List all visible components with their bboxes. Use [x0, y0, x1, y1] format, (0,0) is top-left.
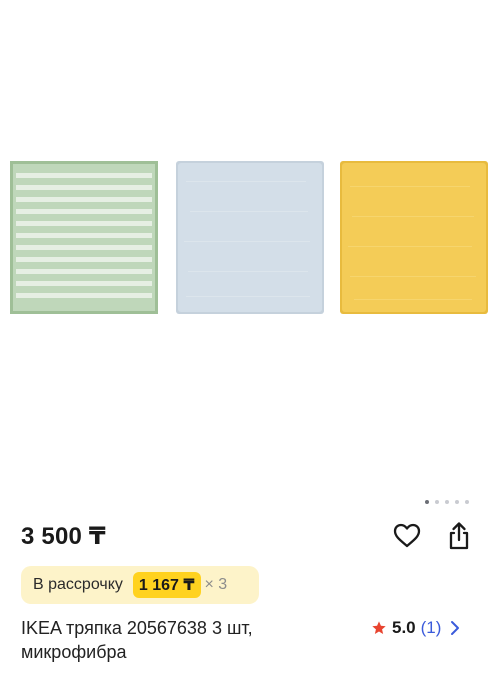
installment-label: В рассрочку: [33, 576, 123, 593]
pagination-dot: [435, 500, 439, 504]
product-image-light-blue[interactable]: [176, 161, 324, 314]
pagination-dot: [465, 500, 469, 504]
favorite-button[interactable]: [392, 520, 422, 552]
heart-outline-icon: [393, 523, 421, 548]
product-image-gallery[interactable]: [0, 0, 498, 505]
pagination-dot: [445, 500, 449, 504]
rating-count: (1): [420, 618, 442, 637]
installment-multiplier: × 3: [204, 576, 228, 593]
gallery-pagination: [425, 500, 469, 504]
product-image-green-striped[interactable]: [10, 161, 158, 314]
pagination-dot: [455, 500, 459, 504]
product-price: 3 500 ₸: [21, 523, 106, 550]
share-button[interactable]: [444, 520, 474, 552]
chevron-right-icon: [451, 621, 460, 635]
product-image-yellow[interactable]: [340, 161, 488, 314]
pagination-dot-active: [425, 500, 429, 504]
product-title: IKEA тряпка 20567638 3 шт, микрофибра: [21, 618, 253, 662]
rating-link[interactable]: 5.0 (1): [371, 618, 460, 638]
star-icon: [372, 621, 386, 634]
share-icon: [449, 522, 469, 550]
installment-amount: 1 167 ₸: [132, 572, 201, 598]
installment-badge[interactable]: В рассрочку 1 167 ₸ × 3: [21, 566, 259, 604]
rating-value: 5.0: [392, 618, 416, 637]
